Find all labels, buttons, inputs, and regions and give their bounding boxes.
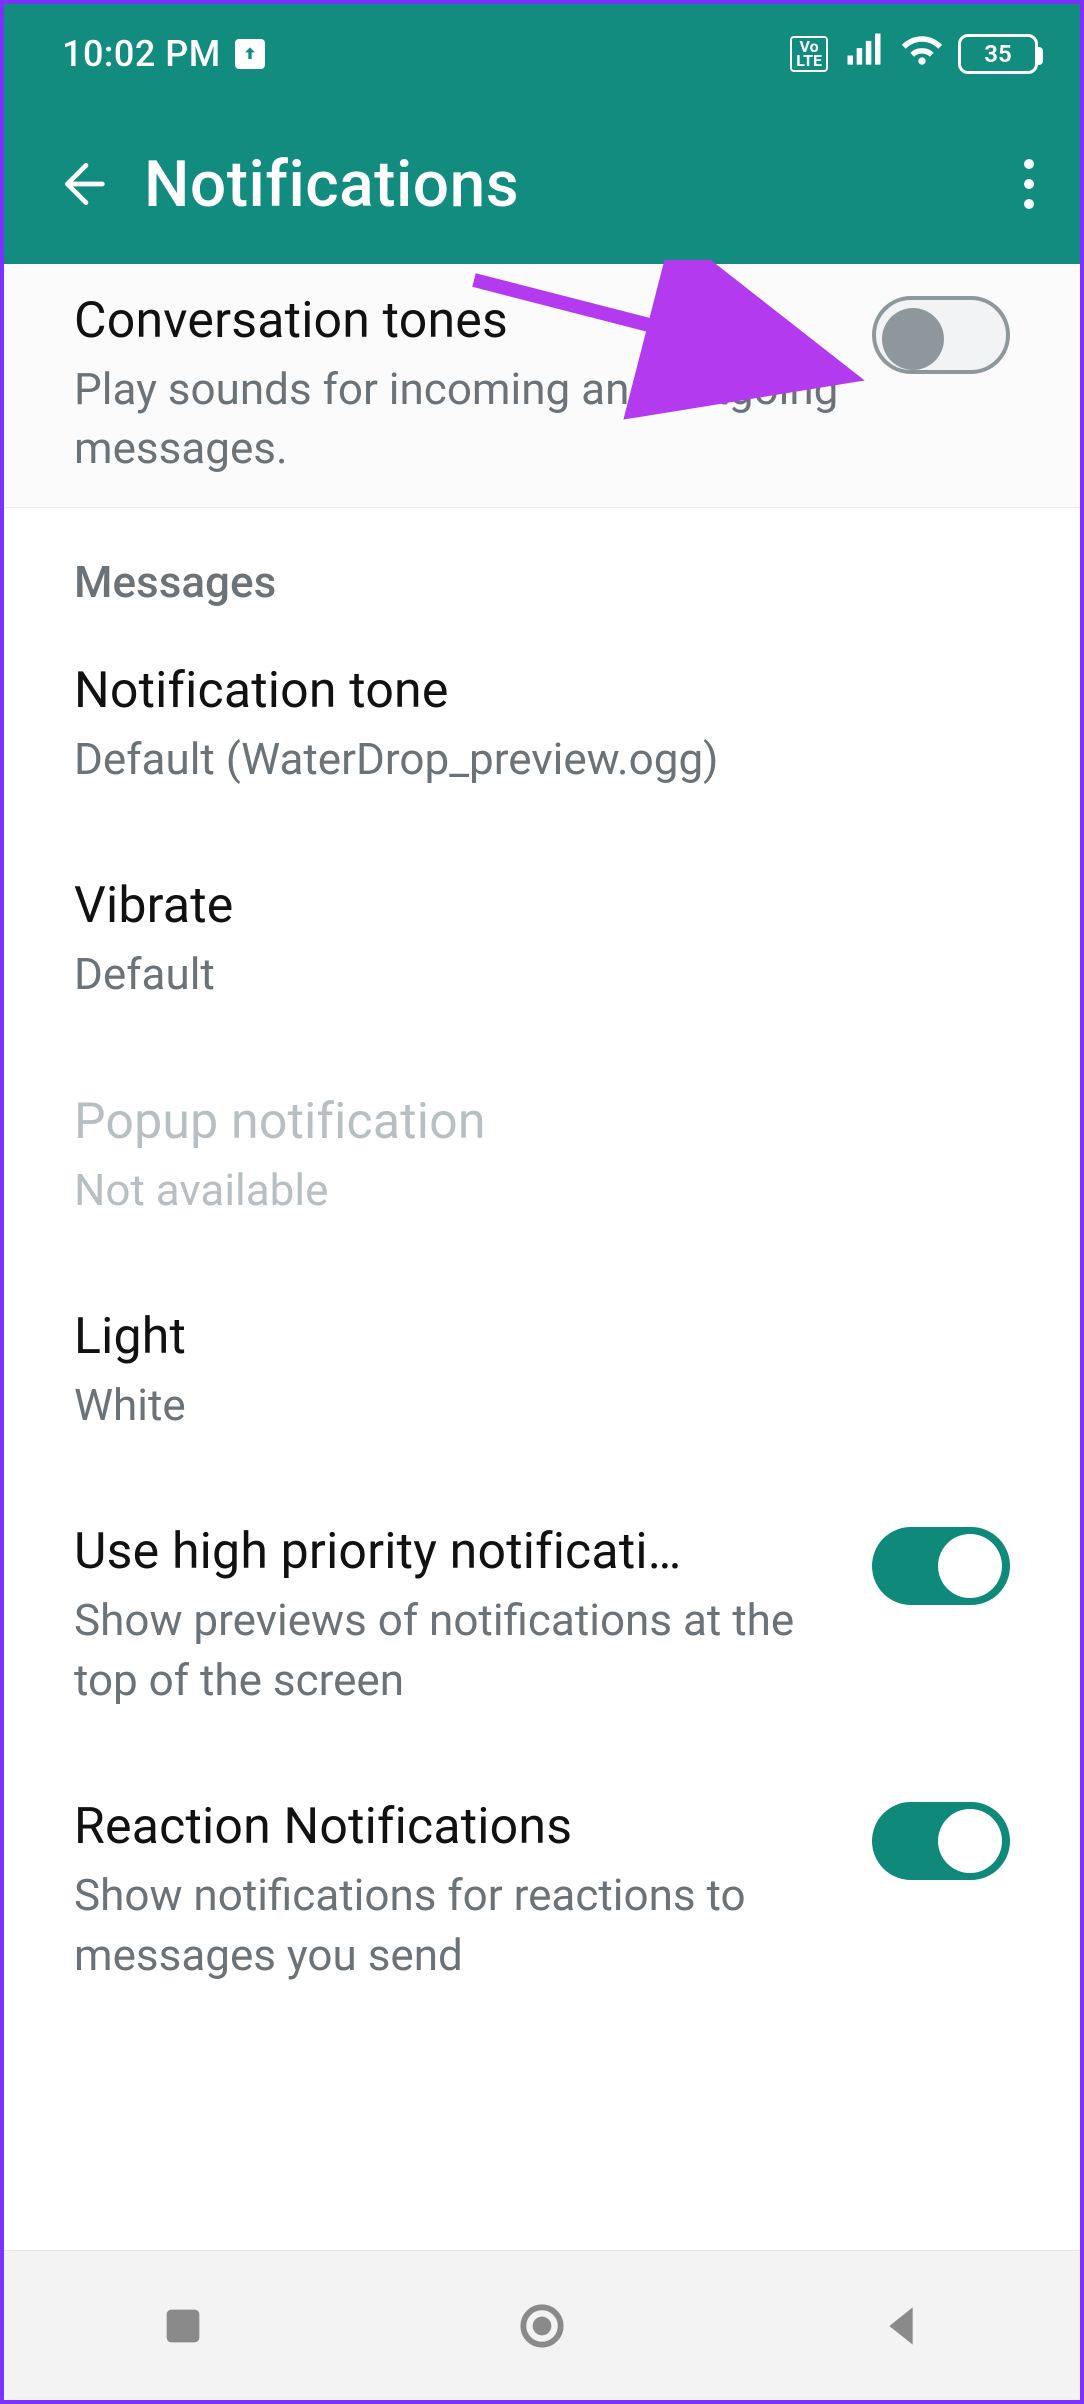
reaction-notifications-title: Reaction Notifications (74, 1798, 848, 1856)
high-priority-title: Use high priority notificati… (74, 1523, 734, 1581)
system-navigation-bar (4, 2250, 1080, 2400)
battery-icon: 35 (958, 34, 1038, 74)
app-bar: Notifications (4, 104, 1080, 264)
page-title: Notifications (144, 147, 519, 222)
nav-back-button[interactable] (866, 2291, 936, 2361)
popup-notification-setting: Popup notification Not available (4, 1049, 1080, 1264)
nav-recents-button[interactable] (148, 2291, 218, 2361)
upload-icon (235, 39, 265, 69)
vibrate-title: Vibrate (74, 877, 1010, 935)
conversation-tones-subtitle: Play sounds for incoming and outgoing me… (74, 360, 848, 479)
light-subtitle: White (74, 1376, 1010, 1435)
status-time: 10:02 PM (62, 33, 221, 75)
messages-section-header: Messages (4, 508, 1080, 618)
high-priority-setting[interactable]: Use high priority notificati… Show previ… (4, 1479, 1080, 1754)
notification-tone-title: Notification tone (74, 662, 1010, 720)
reaction-notifications-setting[interactable]: Reaction Notifications Show notification… (4, 1754, 1080, 2029)
notification-tone-subtitle: Default (WaterDrop_preview.ogg) (74, 730, 1010, 789)
overflow-menu-button[interactable] (1024, 159, 1044, 209)
conversation-tones-toggle[interactable] (872, 296, 1010, 374)
conversation-tones-setting[interactable]: Conversation tones Play sounds for incom… (4, 264, 1080, 508)
reaction-notifications-toggle[interactable] (872, 1802, 1010, 1880)
wifi-icon (900, 28, 944, 81)
high-priority-toggle[interactable] (872, 1527, 1010, 1605)
battery-level: 35 (984, 40, 1011, 68)
notification-tone-setting[interactable]: Notification tone Default (WaterDrop_pre… (4, 618, 1080, 833)
popup-notification-title: Popup notification (74, 1093, 1010, 1151)
reaction-notifications-subtitle: Show notifications for reactions to mess… (74, 1866, 848, 1985)
light-setting[interactable]: Light White (4, 1264, 1080, 1479)
light-title: Light (74, 1308, 1010, 1366)
conversation-tones-title: Conversation tones (74, 292, 848, 350)
vibrate-setting[interactable]: Vibrate Default (4, 833, 1080, 1048)
nav-home-button[interactable] (507, 2291, 577, 2361)
signal-icon (842, 28, 886, 81)
back-button[interactable] (44, 156, 114, 212)
status-bar: 10:02 PM VoLTE 35 (4, 4, 1080, 104)
vibrate-subtitle: Default (74, 945, 1010, 1004)
popup-notification-subtitle: Not available (74, 1161, 1010, 1220)
high-priority-subtitle: Show previews of notifications at the to… (74, 1591, 848, 1710)
volte-icon: VoLTE (790, 36, 828, 72)
settings-content: Conversation tones Play sounds for incom… (4, 264, 1080, 2250)
